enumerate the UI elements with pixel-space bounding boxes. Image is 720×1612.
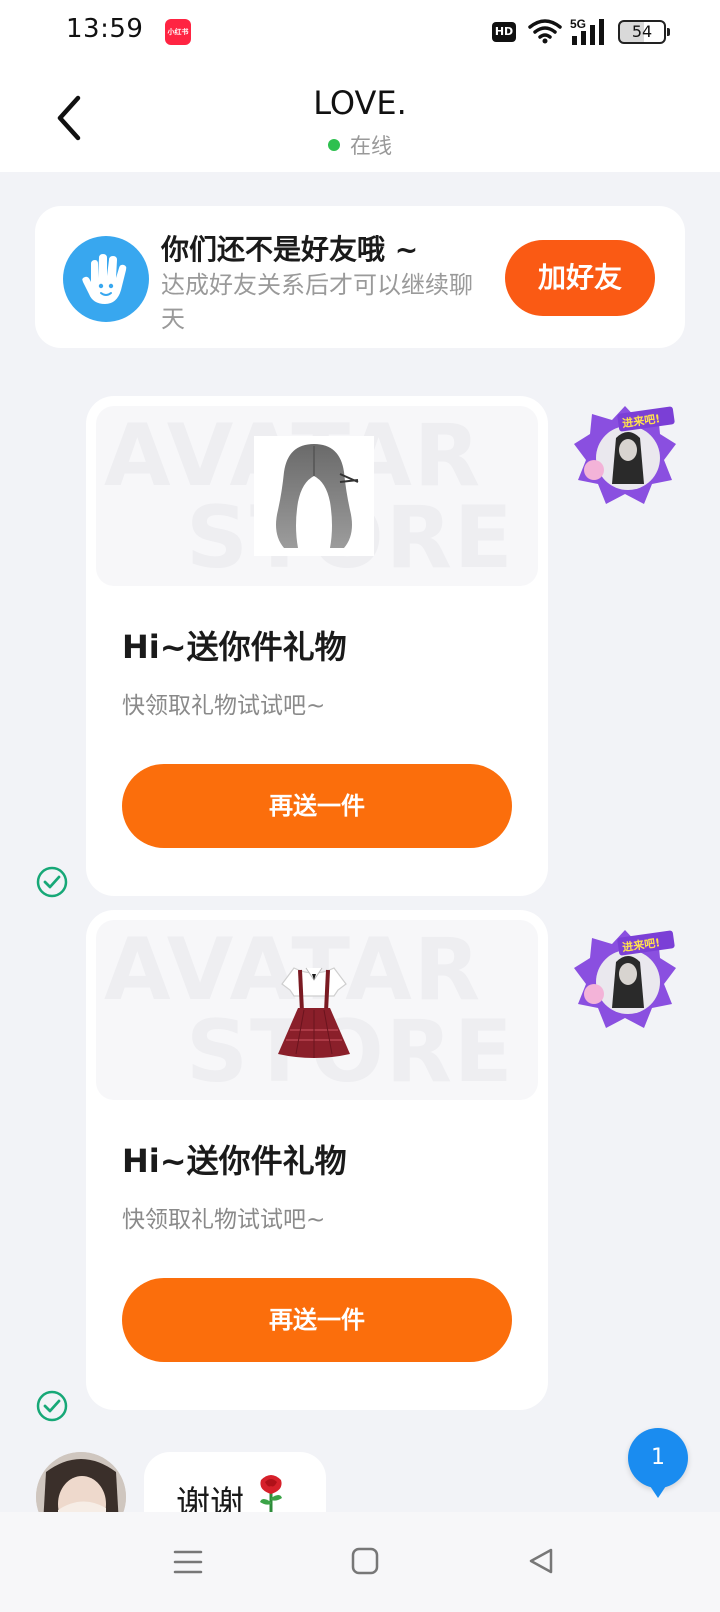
chat-header: LOVE. 在线 [0,62,720,172]
online-status-label: 在线 [350,134,392,158]
sender-avatar[interactable]: 进来吧! [572,404,678,510]
gift-subtitle: 快领取礼物试试吧~ [122,693,326,719]
send-again-button[interactable]: 再送一件 [122,764,512,848]
gift-title: Hi~送你件礼物 [122,628,347,666]
gift-banner: AVATAR STORE [96,920,538,1100]
dress-gift-image [254,950,374,1070]
wifi-icon [528,19,562,44]
nav-back-icon[interactable] [526,1546,556,1576]
wave-hand-icon [63,236,149,322]
gift-title: Hi~送你件礼物 [122,1142,347,1180]
battery-indicator: 54 [618,20,670,44]
gift-card[interactable]: AVATAR STORE Hi~送你件礼物 快领取礼物试试吧~ 再送一件 [86,910,548,1410]
gift-card[interactable]: AVATAR STORE Hi~送你件礼物 快领取礼物试试吧~ 再送一件 [86,396,548,896]
xiaohongshu-icon: 小红书 [165,19,191,45]
unread-count-badge[interactable]: 1 [628,1428,688,1498]
gift-banner: AVATAR STORE [96,406,538,586]
send-again-button[interactable]: 再送一件 [122,1278,512,1362]
wig-gift-image [254,436,374,556]
rose-icon [260,1475,282,1512]
status-bar: 13:59 小红书 HD 5G 54 [0,0,720,62]
signal-5g-icon: 5G [570,17,604,45]
sender-avatar[interactable]: 进来吧! [572,928,678,1034]
home-icon[interactable] [350,1546,380,1576]
recent-apps-icon[interactable] [172,1546,204,1578]
not-friends-banner: 你们还不是好友哦 ~ 达成好友关系后才可以继续聊天 加好友 [35,206,685,348]
banner-title: 你们还不是好友哦 ~ [161,233,419,266]
add-friend-button[interactable]: 加好友 [505,240,655,316]
status-time: 13:59 [66,14,144,44]
sent-check-icon [36,1390,68,1422]
chat-title: LOVE. [313,84,407,122]
online-dot-icon [328,139,340,151]
network-label: 5G [570,17,586,31]
gift-subtitle: 快领取礼物试试吧~ [122,1207,326,1233]
banner-subtitle: 达成好友关系后才可以继续聊天 [161,271,473,333]
sent-check-icon [36,866,68,898]
system-nav-bar [0,1512,720,1612]
hd-icon: HD [492,22,516,42]
online-status: 在线 [0,130,720,160]
